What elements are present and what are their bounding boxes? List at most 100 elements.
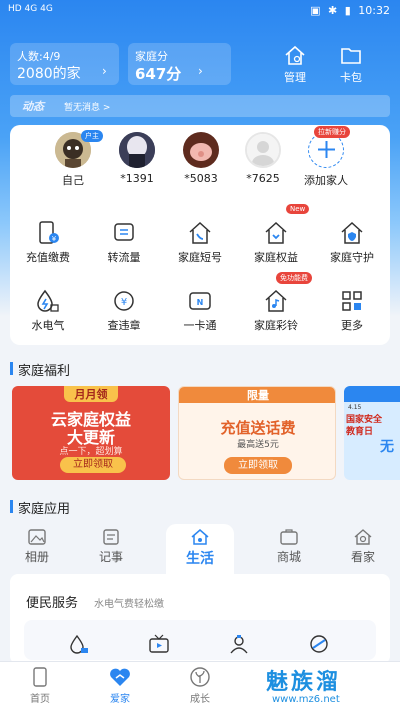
bluetooth-icon: ✱ [328,4,338,17]
apps-section-title: 家庭应用 [10,498,70,517]
new-badge: New [286,204,310,214]
grid-label: 家庭彩铃 [254,319,298,332]
network-status: HD 4G 4G [8,4,53,14]
promo-badge: 免功能费 [276,272,312,284]
tab-label: 商城 [276,550,301,564]
status-bar: HD 4G 4G ▣ ✱ ▮ 10:32 [0,0,400,22]
watermark-url: www.mz6.net [272,694,340,705]
member-self[interactable]: 户主 自己 [38,130,108,188]
section-marker [10,362,13,375]
banner-security-day[interactable]: 4.15 国家安全 教育日 无 [344,386,400,480]
grid-label: 家庭权益 [254,251,298,264]
doctor-icon[interactable] [228,634,250,654]
growth-icon [190,667,210,687]
member-1391[interactable]: *1391 [102,132,172,185]
tab-notes[interactable]: 记事 [84,524,138,574]
banner-claim-button[interactable]: 立即领取 [60,457,126,473]
home-phone-icon [189,221,211,244]
member-7625[interactable]: *7625 [228,132,298,185]
ringtone-icon [265,289,287,312]
mall-icon [280,529,298,545]
battery-icon: ▮ [344,4,351,17]
tab-life[interactable]: 生活 [166,524,234,574]
tv-icon[interactable] [148,634,170,654]
tab-album[interactable]: 相册 [10,524,64,574]
news-message: 暂无消息 > [64,103,111,113]
score-card[interactable]: 家庭分 647分 › [128,43,231,85]
member-name: 自己 [62,174,84,187]
grid-label: 家庭短号 [178,251,222,264]
grid-item-short-number[interactable]: 家庭短号 [162,220,238,265]
tab-home-watch[interactable]: 看家 [336,524,390,574]
banner-date: 4.15 [348,404,362,411]
tab-label: 相册 [24,550,49,564]
banner-sub: 最高送5元 [237,440,279,450]
app-tabs: 相册 记事 生活 商城 看家 [0,524,400,574]
member-name: 添加家人 [304,174,348,187]
avatar [119,132,155,168]
home-life-icon [191,529,209,545]
album-icon [28,529,46,545]
watermark-text: 魅族溜 [266,670,342,695]
wallet-label: 卡包 [340,71,362,84]
promo-badge: 拉新赚分 [314,126,350,138]
nav-label: 首页 [30,694,50,705]
banner-claim-button[interactable]: 立即领取 [224,457,292,474]
nav-label: 爱家 [110,694,130,705]
service-icons-row [24,620,376,660]
banner-benefits[interactable]: 月月领 云家庭权益 大更新 点一下，超划算 立即领取 [12,386,170,480]
section-title-text: 家庭应用 [18,502,71,517]
tab-label: 看家 [350,550,375,564]
manage-button[interactable]: 管理 [272,44,318,86]
member-name: *1391 [120,172,154,185]
grid-item-home-guard[interactable]: 家庭守护 [314,220,390,265]
members-card[interactable]: 人数:4/9 2080的家 › [10,43,119,85]
grid-item-home-benefit[interactable]: 家庭权益 New [238,204,314,265]
camera-icon [354,529,372,545]
phone-icon [33,667,47,687]
grid-item-utilities[interactable]: 水电气 [10,288,86,333]
grid-label: 转流量 [107,251,141,264]
tab-label: 记事 [98,550,123,564]
banner-recharge[interactable]: 限量 充值送话费 最高送5元 立即领取 [178,386,336,480]
wallet-button[interactable]: 卡包 [328,44,374,86]
welfare-section-title: 家庭福利 [10,360,70,379]
members-count: 人数:4/9 [17,50,61,63]
water-icon[interactable] [68,634,90,654]
grid-item-more[interactable]: 更多 [314,288,390,333]
banner-line1: 充值送话费 [220,419,296,437]
data-transfer-icon [114,223,134,241]
service-panel: 便民服务 水电气费轻松缴 [10,574,390,664]
heart-icon [110,668,130,686]
travel-icon[interactable] [308,634,330,654]
nav-growth[interactable]: 成长 [170,666,230,705]
add-family-button[interactable]: 拉新赚分 添加家人 [291,126,361,188]
news-tag: 动态 [22,100,44,113]
clock: 10:32 [358,4,390,17]
nav-label: 成长 [190,694,210,705]
news-bar[interactable]: 动态 暂无消息 > [10,95,390,117]
grid-label: 水电气 [31,319,65,332]
tab-label: 生活 [186,551,214,567]
nfc-icon: ▣ [310,4,321,17]
grid-label: 充值缴费 [26,251,70,264]
folder-icon [341,48,361,64]
traffic-violation-icon: ¥ [114,291,134,311]
home-settings-icon [285,45,305,65]
home-shield-icon [341,221,363,244]
more-icon [342,291,362,311]
nav-family[interactable]: 爱家 [90,666,150,705]
grid-item-violation[interactable]: ¥ 查违章 [86,288,162,333]
grid-item-data-transfer[interactable]: 转流量 [86,220,162,265]
member-5083[interactable]: *5083 [166,132,236,185]
tab-mall[interactable]: 商城 [262,524,316,574]
avatar [183,132,219,168]
status-right: ▣ ✱ ▮ 10:32 [306,4,390,17]
avatar [245,132,281,168]
grid-item-one-card[interactable]: N 一卡通 [162,288,238,333]
grid-item-ringtone[interactable]: 家庭彩铃 免功能费 [238,272,314,333]
grid-item-recharge[interactable]: ¥ 充值缴费 [10,220,86,265]
banner-tag: 月月领 [64,386,118,402]
manage-label: 管理 [284,71,306,84]
nav-home[interactable]: 首页 [10,666,70,705]
